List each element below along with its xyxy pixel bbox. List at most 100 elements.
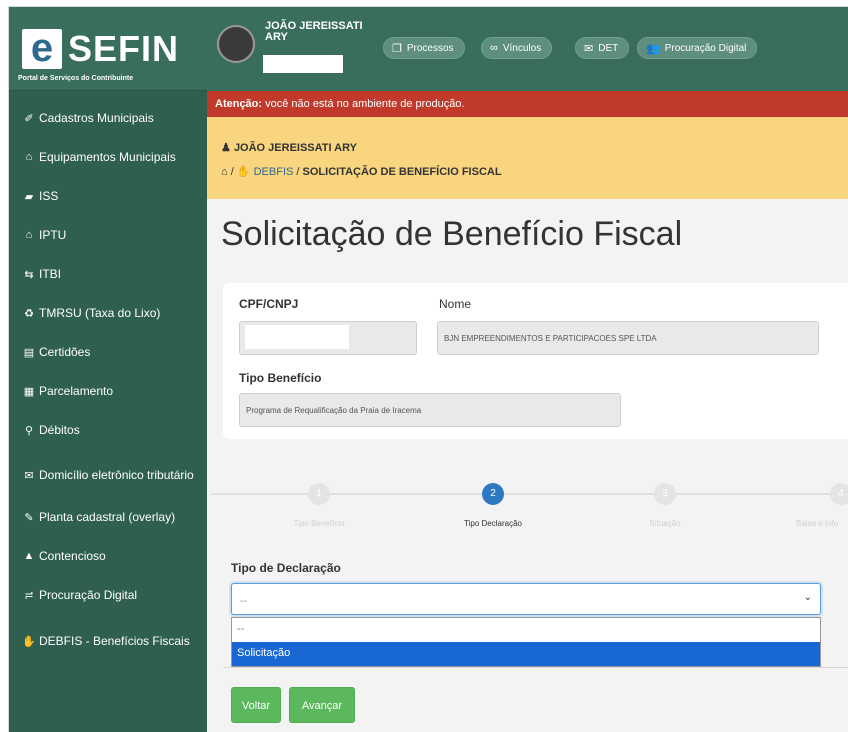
- sidebar-item-label: Procuração Digital: [39, 587, 138, 602]
- breadcrumb-debfis-link[interactable]: DEBFIS: [254, 166, 294, 178]
- sidebar-item-5[interactable]: ⇆ ITBI: [9, 261, 207, 287]
- avancar-button[interactable]: Avançar: [289, 687, 355, 723]
- sidebar-item-label: DEBFIS - Benefícios Fiscais: [39, 633, 190, 648]
- voltar-button[interactable]: Voltar: [231, 687, 281, 723]
- contribuinte-card: CPF/CNPJ Nome BJN EMPREENDIMENTOS E PART…: [223, 283, 848, 439]
- sidebar-item-1[interactable]: ✐ Cadastros Municipais: [9, 105, 207, 131]
- step-4-label: Baixa e Info: [796, 519, 839, 528]
- sidebar-item-label: Parcelamento: [39, 383, 114, 398]
- divider: [223, 667, 848, 668]
- procuracao-digital-label: Procuração Digital: [664, 42, 747, 54]
- processos-label: Processos: [406, 42, 454, 54]
- step-1-dot[interactable]: 1: [308, 483, 330, 505]
- envelope-icon: ✉: [584, 42, 594, 55]
- sidebar-item-label: Débitos: [39, 422, 80, 437]
- sidebar-item-4[interactable]: ⌂ IPTU: [9, 222, 207, 248]
- transfer-icon: ⇆: [24, 268, 34, 281]
- tipo-beneficio-field: Programa de Requalificação da Praia de I…: [239, 393, 621, 427]
- sidebar-item-label: Domicílio eletrônico tributário: [39, 467, 194, 482]
- step-4-dot[interactable]: 4: [830, 483, 848, 505]
- document-icon: ✐: [24, 112, 34, 125]
- step-3-label: Situação: [649, 519, 681, 528]
- home-icon[interactable]: ⌂: [221, 166, 228, 178]
- vinculos-button[interactable]: ∞ Vínculos: [481, 37, 553, 59]
- handshake-icon: ≓: [24, 589, 34, 602]
- shield-icon: ▲: [23, 550, 35, 562]
- step-3-dot[interactable]: 3: [654, 483, 676, 505]
- step-line: [330, 493, 482, 495]
- environment-alert: Atenção: você não está no ambiente de pr…: [207, 91, 848, 117]
- tipo-declaracao-label: Tipo de Declaração: [231, 561, 341, 575]
- step-2-label: Tipo Declaração: [464, 519, 522, 528]
- chevron-down-icon: ⌄: [803, 592, 812, 603]
- recycle-icon: ♻: [24, 307, 34, 320]
- sidebar-item-12[interactable]: ▲ Contencioso: [9, 543, 207, 569]
- sidebar-item-label: Cadastros Municipais: [39, 110, 154, 125]
- sidebar-item-label: Equipamentos Municipais: [39, 149, 176, 164]
- breadcrumb: ⌂ / ✋ DEBFIS / SOLICITAÇÃO DE BENEFÍCIO …: [221, 165, 502, 178]
- nome-value: BJN EMPREENDIMENTOS E PARTICIPACOES SPE …: [444, 333, 657, 343]
- envelope-icon: ✉: [24, 469, 34, 482]
- breadcrumb-current: SOLICITAÇÃO DE BENEFÍCIO FISCAL: [302, 166, 502, 178]
- cpf-label: CPF/CNPJ: [239, 297, 299, 311]
- sidebar-item-10[interactable]: ✉ Domicílio eletrônico tributário: [9, 457, 207, 493]
- map-edit-icon: ✎: [24, 511, 34, 524]
- sidebar-item-3[interactable]: ▰ ISS: [9, 183, 207, 209]
- nome-label: Nome: [439, 297, 472, 311]
- hand-coin-icon: ✋: [22, 635, 36, 648]
- step-line: [676, 493, 830, 495]
- avatar[interactable]: [217, 25, 255, 63]
- alert-title: Atenção:: [215, 98, 263, 110]
- vinculos-label: Vínculos: [502, 42, 542, 54]
- sidebar-item-label: Certidões: [39, 344, 91, 359]
- users-icon: 👥: [646, 42, 660, 55]
- sidebar-item-label: Contencioso: [39, 548, 106, 563]
- sidebar-item-label: ITBI: [39, 266, 62, 281]
- sidebar-item-7[interactable]: ▤ Certidões: [9, 339, 207, 365]
- redacted-field: [245, 325, 349, 349]
- nome-field: BJN EMPREENDIMENTOS E PARTICIPACOES SPE …: [437, 321, 819, 355]
- sidebar-item-14[interactable]: ✋ DEBFIS - Benefícios Fiscais: [9, 623, 207, 659]
- user-name: JOÃO JEREISSATI ARY: [265, 21, 363, 43]
- file-icon: ▦: [23, 385, 35, 398]
- dropdown-option-solicitacao[interactable]: Solicitação: [232, 642, 820, 666]
- logo-mark: e SEFIN: [22, 28, 207, 69]
- sidebar-item-6[interactable]: ♻ TMRSU (Taxa do Lixo): [9, 300, 207, 326]
- step-2-dot[interactable]: 2: [482, 483, 504, 505]
- tipo-declaracao-dropdown: -- Solicitação: [231, 617, 821, 667]
- building-icon: ⌂: [25, 151, 33, 163]
- step-line: [211, 493, 308, 495]
- user-name-line2: ARY: [265, 31, 288, 43]
- tipo-beneficio-label: Tipo Benefício: [239, 371, 322, 385]
- sidebar-item-9[interactable]: ⚲ Débitos: [9, 417, 207, 443]
- det-button[interactable]: ✉ DET: [575, 37, 630, 59]
- procuracao-digital-button[interactable]: 👥 Procuração Digital: [637, 37, 758, 59]
- logo-letter: e: [22, 28, 62, 69]
- processos-button[interactable]: ❐ Processos: [383, 37, 465, 59]
- topbar: JOÃO JEREISSATI ARY ❐ Processos ∞ Víncul…: [207, 7, 848, 91]
- page-header: ♟ JOÃO JEREISSATI ARY ⌂ / ✋ DEBFIS / SOL…: [207, 117, 848, 199]
- sidebar: e SEFIN Portal de Serviços do Contribuin…: [9, 7, 207, 732]
- sidebar-item-8[interactable]: ▦ Parcelamento: [9, 378, 207, 404]
- hand-coin-icon: ✋: [236, 166, 251, 178]
- sidebar-item-13[interactable]: ≓ Procuração Digital: [9, 582, 207, 608]
- dropdown-option-empty[interactable]: --: [232, 618, 820, 642]
- sidebar-item-11[interactable]: ✎ Planta cadastral (overlay): [9, 504, 207, 530]
- stepper: 1 2 3 4 Tipo Benefício Tipo Declaração S…: [211, 465, 848, 545]
- home-icon: ⌂: [25, 229, 33, 241]
- det-label: DET: [598, 42, 619, 54]
- certificate-icon: ▤: [23, 346, 35, 359]
- header-user: ♟ JOÃO JEREISSATI ARY: [221, 141, 357, 154]
- sidebar-item-label: ISS: [39, 188, 59, 203]
- logo[interactable]: e SEFIN Portal de Serviços do Contribuin…: [9, 7, 207, 91]
- step-line: [504, 493, 654, 495]
- sidebar-item-label: Planta cadastral (overlay): [39, 509, 176, 524]
- app-window: e SEFIN Portal de Serviços do Contribuin…: [8, 6, 848, 732]
- tipo-declaracao-select[interactable]: -- ⌄: [231, 583, 821, 615]
- copy-icon: ❐: [392, 42, 402, 55]
- sidebar-item-2[interactable]: ⌂ Equipamentos Municipais: [9, 144, 207, 170]
- redacted-field: [263, 55, 343, 73]
- search-icon: ⚲: [24, 424, 34, 437]
- link-icon: ∞: [490, 42, 498, 54]
- step-1-label: Tipo Benefício: [293, 519, 345, 528]
